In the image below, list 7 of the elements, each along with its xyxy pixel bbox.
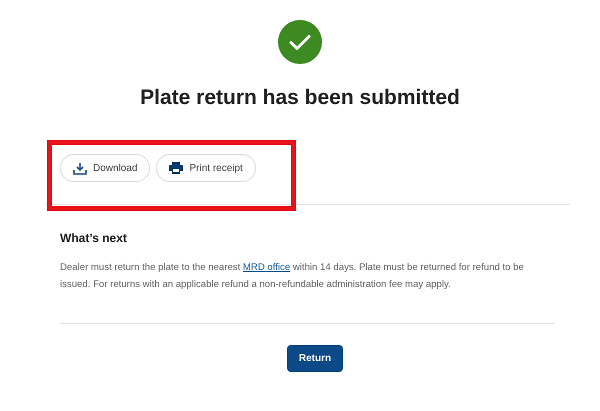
section-heading: What’s next [60,230,128,247]
page-title: Plate return has been submitted [140,85,460,111]
office-link[interactable]: MRD office [242,262,290,273]
print-button[interactable]: Print receipt [156,154,256,182]
return-button[interactable]: Return [287,345,343,372]
download-button[interactable]: Download [60,154,150,182]
info-paragraph: Dealer must return the plate to the nearest MRD office within 14 days. Plate must be returned for refund to be issued. For returns with an applicable refund a non-refundable administration fee may apply. [60,261,525,292]
